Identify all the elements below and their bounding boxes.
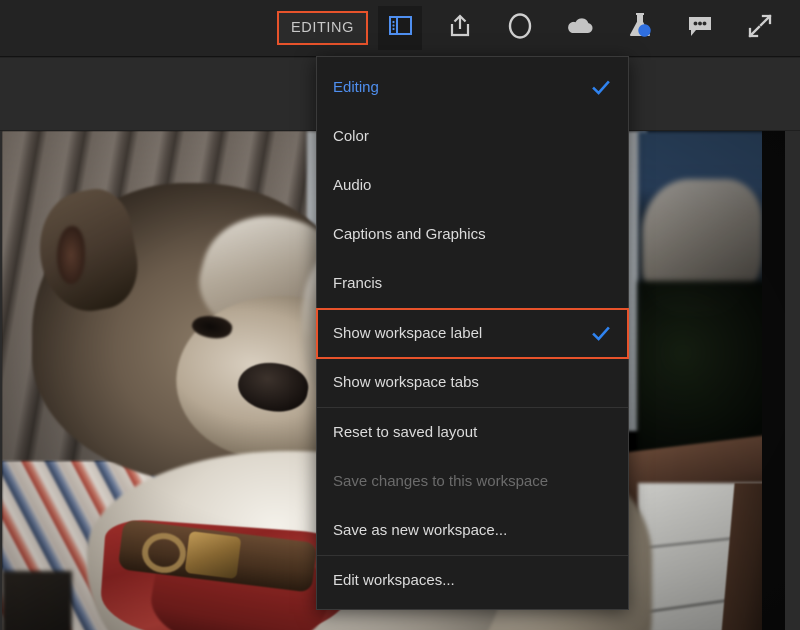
menu-item-label: Editing (333, 79, 592, 96)
workspaces-button[interactable] (378, 6, 422, 50)
beta-flask-icon (627, 12, 653, 44)
cloud-button[interactable] (558, 6, 602, 50)
workspace-label-editing[interactable]: EDITING (277, 11, 368, 46)
menu-item-label: Save changes to this workspace (333, 473, 612, 490)
check-icon (592, 325, 610, 343)
app-root: EDITING (0, 0, 800, 630)
workspaces-panel-icon (389, 16, 412, 40)
menu-item-reset-to-saved-layout[interactable]: Reset to saved layout (317, 408, 628, 457)
menu-item-label: Save as new workspace... (333, 522, 612, 539)
menu-item-save-as-new-workspace[interactable]: Save as new workspace... (317, 506, 628, 555)
top-toolbar: EDITING (0, 0, 800, 57)
circle-record-icon (507, 12, 533, 45)
menu-item-label: Edit workspaces... (333, 572, 612, 589)
menu-item-captions-and-graphics[interactable]: Captions and Graphics (317, 210, 628, 259)
menu-item-label: Show workspace tabs (333, 374, 612, 391)
menu-item-edit-workspaces[interactable]: Edit workspaces... (317, 556, 628, 605)
menu-item-audio[interactable]: Audio (317, 161, 628, 210)
menu-item-label: Captions and Graphics (333, 226, 612, 243)
workspaces-dropdown-menu: Editing Color Audio Captions and Graphics Fr… (316, 56, 629, 610)
cloud-icon (566, 17, 594, 40)
menu-item-save-changes-to-this-workspace: Save changes to this workspace (317, 457, 628, 506)
export-share-icon (449, 14, 471, 43)
menu-item-francis[interactable]: Francis (317, 259, 628, 308)
menu-item-label: Reset to saved layout (333, 424, 612, 441)
menu-item-show-workspace-tabs[interactable]: Show workspace tabs (317, 358, 628, 407)
comment-bubble-icon (687, 14, 713, 43)
expand-arrows-icon (748, 14, 772, 43)
check-icon (592, 79, 610, 97)
record-button[interactable] (498, 6, 542, 50)
menu-item-label: Francis (333, 275, 612, 292)
menu-item-color[interactable]: Color (317, 112, 628, 161)
menu-item-show-workspace-label[interactable]: Show workspace label (317, 309, 628, 358)
menu-item-label: Color (333, 128, 612, 145)
menu-item-label: Show workspace label (333, 325, 592, 342)
export-button[interactable] (438, 6, 482, 50)
labs-button[interactable] (618, 6, 662, 50)
comments-button[interactable] (678, 6, 722, 50)
fullscreen-button[interactable] (738, 6, 782, 50)
menu-item-editing[interactable]: Editing (317, 63, 628, 112)
menu-item-label: Audio (333, 177, 612, 194)
